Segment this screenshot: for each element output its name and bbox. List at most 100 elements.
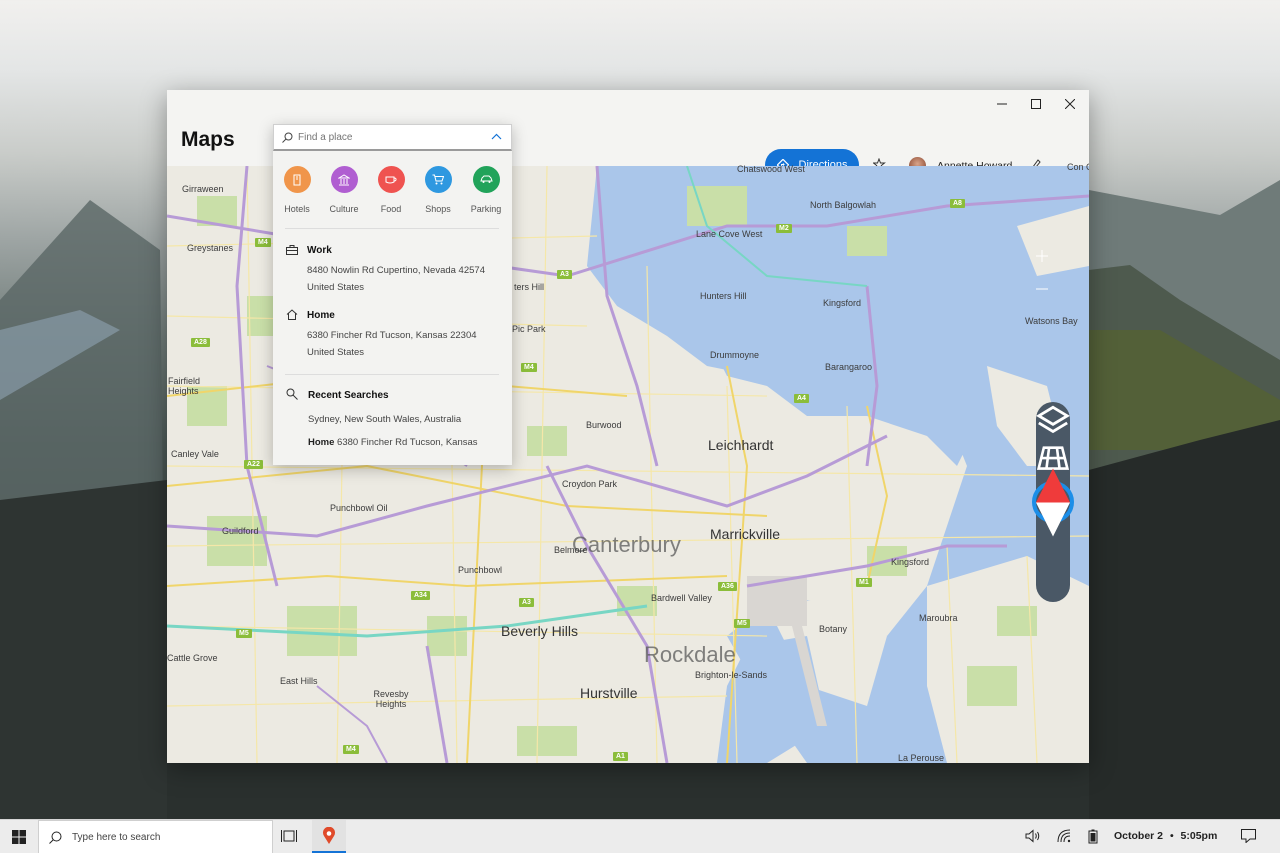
home-address-line1: 6380 Fincher Rd Tucson, Kansas 22304 bbox=[307, 330, 477, 341]
chevron-up-icon[interactable] bbox=[491, 133, 502, 140]
map-label: Hurstville bbox=[580, 685, 638, 701]
minimize-icon[interactable] bbox=[985, 90, 1019, 118]
route-shield: M4 bbox=[255, 238, 271, 247]
map-label: Drummoyne bbox=[710, 350, 760, 360]
category-label: Hotels bbox=[284, 204, 310, 214]
home-title: Home bbox=[307, 310, 335, 321]
map-label: Fairfield Heights bbox=[168, 376, 201, 396]
search-icon bbox=[286, 388, 298, 400]
home-location[interactable]: Home 6380 Fincher Rd Tucson, Kansas 2230… bbox=[273, 301, 512, 363]
maximize-icon[interactable] bbox=[1019, 90, 1053, 118]
route-shield: M2 bbox=[776, 224, 792, 233]
route-shield: A8 bbox=[950, 199, 965, 208]
hotel-icon bbox=[283, 166, 311, 193]
map-label: Punchbowl Oil bbox=[330, 503, 388, 513]
taskbar-date: October 2 bbox=[1114, 830, 1164, 842]
map-label: Cattle Grove bbox=[167, 653, 218, 663]
wifi-icon[interactable] bbox=[1057, 829, 1071, 848]
category-label: Shops bbox=[425, 204, 451, 214]
route-shield: M1 bbox=[856, 578, 872, 587]
category-shops[interactable]: Shops bbox=[413, 166, 463, 214]
map-label: ters Hill bbox=[514, 282, 545, 292]
taskbar-search-placeholder: Type here to search bbox=[72, 832, 161, 843]
map-label: Maroubra bbox=[919, 613, 958, 623]
map-label: Canley Vale bbox=[171, 449, 219, 459]
category-label: Food bbox=[380, 204, 402, 214]
maps-window: Maps Directions Annette Howard ··· bbox=[167, 90, 1089, 763]
map-label: Canterbury bbox=[572, 532, 681, 557]
map-label: Greystanes bbox=[187, 243, 234, 253]
taskbar: Type here to search October 2 • 5:05pm bbox=[0, 819, 1280, 853]
map-label: Brighton-le-Sands bbox=[695, 670, 768, 680]
map-label: Marrickville bbox=[710, 526, 780, 542]
maps-taskbar-button[interactable] bbox=[312, 820, 346, 853]
map-label: Kingsford bbox=[891, 557, 930, 567]
route-shield: A1 bbox=[613, 752, 628, 761]
map-label: Lane Cove West bbox=[696, 229, 763, 239]
map-label: Hunters Hill bbox=[700, 291, 747, 301]
map-label: East Hills bbox=[280, 676, 318, 686]
task-view-icon[interactable] bbox=[281, 829, 297, 848]
home-icon bbox=[286, 309, 298, 320]
shops-icon bbox=[424, 166, 452, 193]
work-location[interactable]: Work 8480 Nowlin Rd Cupertino, Nevada 42… bbox=[273, 236, 512, 298]
taskbar-clock[interactable]: October 2 • 5:05pm bbox=[1114, 830, 1217, 842]
recent-search-item[interactable]: Sydney, New South Wales, Australia bbox=[308, 414, 461, 425]
divider bbox=[285, 228, 499, 229]
search-box[interactable] bbox=[273, 124, 512, 151]
home-address-line2: United States bbox=[307, 347, 365, 358]
recent-search-item[interactable]: Home 6380 Fincher Rd Tucson, Kansas bbox=[308, 437, 478, 448]
map-label: Pic Park bbox=[512, 324, 546, 334]
route-shield: A22 bbox=[244, 460, 263, 469]
taskbar-search-box[interactable]: Type here to search bbox=[38, 820, 273, 853]
recent-item-label: Home bbox=[308, 437, 335, 448]
map-label: Bardwell Valley bbox=[651, 593, 712, 603]
recent-searches-title: Recent Searches bbox=[308, 390, 389, 401]
work-address-line2: United States bbox=[307, 282, 365, 293]
search-icon bbox=[49, 831, 62, 844]
map-label: Guildford bbox=[222, 526, 259, 536]
category-parking[interactable]: Parking bbox=[461, 166, 511, 214]
close-icon[interactable] bbox=[1053, 90, 1087, 118]
title-bar bbox=[167, 90, 1089, 118]
map-label: North Balgowlah bbox=[810, 200, 877, 210]
food-icon bbox=[377, 166, 405, 193]
route-shield: M5 bbox=[734, 619, 750, 628]
route-shield: A28 bbox=[191, 338, 210, 347]
map-label: Con Cur bbox=[1067, 162, 1089, 172]
map-label: Botany bbox=[819, 624, 848, 634]
route-shield: A34 bbox=[411, 591, 430, 600]
recent-item-text: 6380 Fincher Rd Tucson, Kansas bbox=[337, 437, 478, 448]
briefcase-icon bbox=[286, 245, 298, 255]
volume-icon[interactable] bbox=[1025, 829, 1041, 848]
search-icon bbox=[282, 132, 293, 143]
map-label: Punchbowl bbox=[458, 565, 503, 575]
route-shield: A3 bbox=[557, 270, 572, 279]
category-hotels[interactable]: Hotels bbox=[272, 166, 322, 214]
zoom-out-icon[interactable] bbox=[1036, 288, 1070, 596]
map-label: Chatswood West bbox=[737, 164, 805, 174]
map-label: Beverly Hills bbox=[501, 623, 579, 639]
map-label: Rockdale bbox=[644, 642, 736, 667]
route-shield: M4 bbox=[343, 745, 359, 754]
map-controls bbox=[1032, 249, 1074, 602]
route-shield: A36 bbox=[718, 582, 737, 591]
map-label: Kingsford bbox=[823, 298, 862, 308]
battery-icon[interactable] bbox=[1088, 829, 1098, 849]
route-shield: M5 bbox=[236, 629, 252, 638]
divider bbox=[285, 374, 499, 375]
start-button[interactable] bbox=[0, 820, 38, 853]
map-label: Leichhardt bbox=[708, 437, 774, 453]
map-label: Revesby Heights bbox=[373, 689, 409, 709]
map-label: Barangaroo bbox=[825, 362, 873, 372]
category-culture[interactable]: Culture bbox=[319, 166, 369, 214]
culture-icon bbox=[330, 166, 358, 193]
map-label: Croydon Park bbox=[562, 479, 618, 489]
map-label: Burwood bbox=[586, 420, 622, 430]
notification-center-icon[interactable] bbox=[1241, 829, 1256, 848]
search-input[interactable] bbox=[298, 129, 478, 146]
search-panel: Hotels Culture Food Shops Parking bbox=[273, 124, 512, 465]
work-address-line1: 8480 Nowlin Rd Cupertino, Nevada 42574 bbox=[307, 265, 485, 276]
category-food[interactable]: Food bbox=[366, 166, 416, 214]
category-label: Culture bbox=[329, 204, 359, 214]
